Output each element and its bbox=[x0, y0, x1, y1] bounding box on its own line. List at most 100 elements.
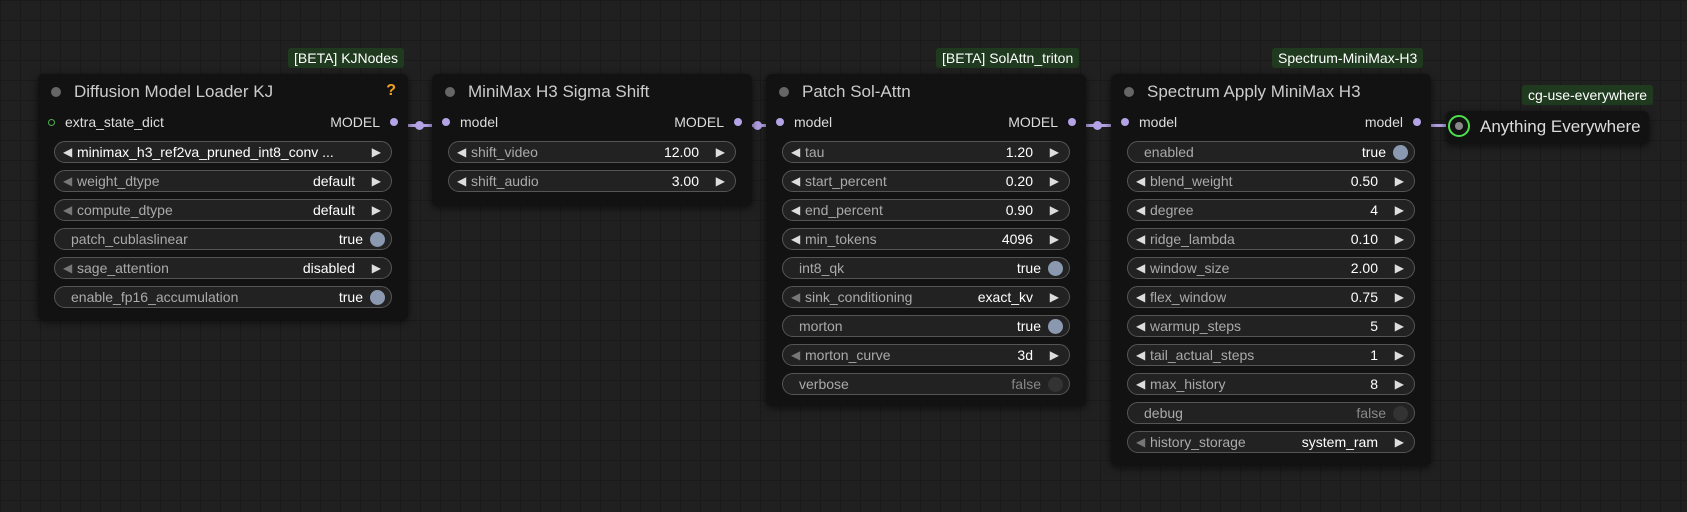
toggle-enable-fp16-accumulation[interactable]: enable_fp16_accumulation true bbox=[54, 286, 392, 308]
decrement-arrow-icon[interactable]: ◀ bbox=[63, 174, 72, 188]
collapse-dot-icon[interactable] bbox=[445, 87, 455, 97]
decrement-arrow-icon[interactable]: ◀ bbox=[1136, 377, 1145, 391]
input-slot-dot-icon[interactable] bbox=[776, 118, 784, 127]
decrement-arrow-icon[interactable]: ◀ bbox=[457, 174, 466, 188]
increment-arrow-icon[interactable]: ▶ bbox=[1050, 290, 1059, 304]
increment-arrow-icon[interactable]: ▶ bbox=[1395, 174, 1404, 188]
combo-morton-curve[interactable]: ◀ morton_curve 3d ▶ bbox=[782, 344, 1070, 366]
increment-arrow-icon[interactable]: ▶ bbox=[1395, 319, 1404, 333]
node-title-bar[interactable]: Spectrum Apply MiniMax H3 bbox=[1111, 74, 1431, 108]
node-title-bar[interactable]: Patch Sol-Attn bbox=[766, 74, 1086, 108]
number-flex-window[interactable]: ◀ flex_window 0.75 ▶ bbox=[1127, 286, 1415, 308]
output-slot-dot-icon[interactable] bbox=[1068, 118, 1076, 127]
combo-compute-dtype[interactable]: ◀ compute_dtype default ▶ bbox=[54, 199, 392, 221]
help-icon[interactable]: ? bbox=[386, 82, 396, 100]
increment-arrow-icon[interactable]: ▶ bbox=[1050, 174, 1059, 188]
increment-arrow-icon[interactable]: ▶ bbox=[1395, 348, 1404, 362]
decrement-arrow-icon[interactable]: ◀ bbox=[791, 203, 800, 217]
decrement-arrow-icon[interactable]: ◀ bbox=[791, 348, 800, 362]
number-degree[interactable]: ◀ degree 4 ▶ bbox=[1127, 199, 1415, 221]
toggle-enabled[interactable]: enabled true bbox=[1127, 141, 1415, 163]
decrement-arrow-icon[interactable]: ◀ bbox=[1136, 348, 1145, 362]
decrement-arrow-icon[interactable]: ◀ bbox=[1136, 203, 1145, 217]
combo-history-storage[interactable]: ◀ history_storage system_ram ▶ bbox=[1127, 431, 1415, 453]
toggle-off-icon[interactable] bbox=[1048, 377, 1063, 392]
collapse-dot-icon[interactable] bbox=[779, 87, 789, 97]
number-max-history[interactable]: ◀ max_history 8 ▶ bbox=[1127, 373, 1415, 395]
combo-sage-attention[interactable]: ◀ sage_attention disabled ▶ bbox=[54, 257, 392, 279]
combo-weight-dtype[interactable]: ◀ weight_dtype default ▶ bbox=[54, 170, 392, 192]
toggle-int8-qk[interactable]: int8_qk true bbox=[782, 257, 1070, 279]
decrement-arrow-icon[interactable]: ◀ bbox=[1136, 319, 1145, 333]
node-patch-sol-attn[interactable]: Patch Sol-Attn model MODEL ◀ tau 1.20 ▶ … bbox=[766, 74, 1086, 406]
decrement-arrow-icon[interactable]: ◀ bbox=[457, 145, 466, 159]
increment-arrow-icon[interactable]: ▶ bbox=[1050, 232, 1059, 246]
decrement-arrow-icon[interactable]: ◀ bbox=[791, 174, 800, 188]
input-slot-model[interactable]: model bbox=[776, 112, 832, 132]
node-diffusion-model-loader[interactable]: Diffusion Model Loader KJ ? extra_state_… bbox=[38, 74, 408, 320]
increment-arrow-icon[interactable]: ▶ bbox=[1395, 261, 1404, 275]
number-shift-video[interactable]: ◀ shift_video 12.00 ▶ bbox=[448, 141, 736, 163]
toggle-morton[interactable]: morton true bbox=[782, 315, 1070, 337]
number-warmup-steps[interactable]: ◀ warmup_steps 5 ▶ bbox=[1127, 315, 1415, 337]
combo-sink-conditioning[interactable]: ◀ sink_conditioning exact_kv ▶ bbox=[782, 286, 1070, 308]
decrement-arrow-icon[interactable]: ◀ bbox=[63, 145, 72, 159]
number-blend-weight[interactable]: ◀ blend_weight 0.50 ▶ bbox=[1127, 170, 1415, 192]
input-slot-extra-state-dict[interactable]: extra_state_dict bbox=[48, 112, 164, 132]
node-title-bar[interactable]: MiniMax H3 Sigma Shift bbox=[432, 74, 752, 108]
input-slot-anything-icon[interactable] bbox=[1448, 115, 1470, 137]
input-slot-model[interactable]: model bbox=[1121, 112, 1177, 132]
decrement-arrow-icon[interactable]: ◀ bbox=[1136, 232, 1145, 246]
input-slot-dot-icon[interactable] bbox=[442, 118, 450, 127]
decrement-arrow-icon[interactable]: ◀ bbox=[1136, 435, 1145, 449]
increment-arrow-icon[interactable]: ▶ bbox=[372, 261, 381, 275]
toggle-on-icon[interactable] bbox=[1393, 145, 1408, 160]
output-slot-model[interactable]: MODEL bbox=[1008, 112, 1076, 132]
collapse-dot-icon[interactable] bbox=[1124, 87, 1134, 97]
node-spectrum-apply-minimax[interactable]: Spectrum Apply MiniMax H3 model model en… bbox=[1111, 74, 1431, 466]
output-slot-model[interactable]: MODEL bbox=[330, 112, 398, 132]
increment-arrow-icon[interactable]: ▶ bbox=[372, 203, 381, 217]
number-min-tokens[interactable]: ◀ min_tokens 4096 ▶ bbox=[782, 228, 1070, 250]
node-anything-everywhere[interactable]: Anything Everywhere bbox=[1446, 111, 1649, 144]
collapse-dot-icon[interactable] bbox=[51, 87, 61, 97]
toggle-off-icon[interactable] bbox=[1393, 406, 1408, 421]
node-minimax-sigma-shift[interactable]: MiniMax H3 Sigma Shift model MODEL ◀ shi… bbox=[432, 74, 752, 206]
increment-arrow-icon[interactable]: ▶ bbox=[1395, 232, 1404, 246]
number-ridge-lambda[interactable]: ◀ ridge_lambda 0.10 ▶ bbox=[1127, 228, 1415, 250]
toggle-on-icon[interactable] bbox=[1048, 319, 1063, 334]
toggle-on-icon[interactable] bbox=[1048, 261, 1063, 276]
toggle-debug[interactable]: debug false bbox=[1127, 402, 1415, 424]
increment-arrow-icon[interactable]: ▶ bbox=[716, 174, 725, 188]
increment-arrow-icon[interactable]: ▶ bbox=[372, 174, 381, 188]
increment-arrow-icon[interactable]: ▶ bbox=[1395, 203, 1404, 217]
node-title-bar[interactable]: Diffusion Model Loader KJ ? bbox=[38, 74, 408, 108]
increment-arrow-icon[interactable]: ▶ bbox=[1395, 377, 1404, 391]
number-tail-actual-steps[interactable]: ◀ tail_actual_steps 1 ▶ bbox=[1127, 344, 1415, 366]
output-slot-model[interactable]: MODEL bbox=[674, 112, 742, 132]
increment-arrow-icon[interactable]: ▶ bbox=[372, 145, 381, 159]
decrement-arrow-icon[interactable]: ◀ bbox=[1136, 290, 1145, 304]
decrement-arrow-icon[interactable]: ◀ bbox=[791, 145, 800, 159]
output-slot-dot-icon[interactable] bbox=[1413, 118, 1421, 127]
decrement-arrow-icon[interactable]: ◀ bbox=[791, 290, 800, 304]
combo-model-name[interactable]: ◀ minimax_h3_ref2va_pruned_int8_conv ...… bbox=[54, 141, 392, 163]
increment-arrow-icon[interactable]: ▶ bbox=[1050, 203, 1059, 217]
number-end-percent[interactable]: ◀ end_percent 0.90 ▶ bbox=[782, 199, 1070, 221]
decrement-arrow-icon[interactable]: ◀ bbox=[1136, 174, 1145, 188]
input-slot-model[interactable]: model bbox=[442, 112, 498, 132]
output-slot-model[interactable]: model bbox=[1365, 112, 1421, 132]
increment-arrow-icon[interactable]: ▶ bbox=[716, 145, 725, 159]
input-slot-dot-icon[interactable] bbox=[48, 118, 55, 126]
number-shift-audio[interactable]: ◀ shift_audio 3.00 ▶ bbox=[448, 170, 736, 192]
decrement-arrow-icon[interactable]: ◀ bbox=[791, 232, 800, 246]
increment-arrow-icon[interactable]: ▶ bbox=[1050, 145, 1059, 159]
increment-arrow-icon[interactable]: ▶ bbox=[1395, 435, 1404, 449]
toggle-verbose[interactable]: verbose false bbox=[782, 373, 1070, 395]
decrement-arrow-icon[interactable]: ◀ bbox=[63, 203, 72, 217]
toggle-on-icon[interactable] bbox=[370, 290, 385, 305]
toggle-patch-cublaslinear[interactable]: patch_cublaslinear true bbox=[54, 228, 392, 250]
decrement-arrow-icon[interactable]: ◀ bbox=[1136, 261, 1145, 275]
increment-arrow-icon[interactable]: ▶ bbox=[1050, 348, 1059, 362]
number-tau[interactable]: ◀ tau 1.20 ▶ bbox=[782, 141, 1070, 163]
